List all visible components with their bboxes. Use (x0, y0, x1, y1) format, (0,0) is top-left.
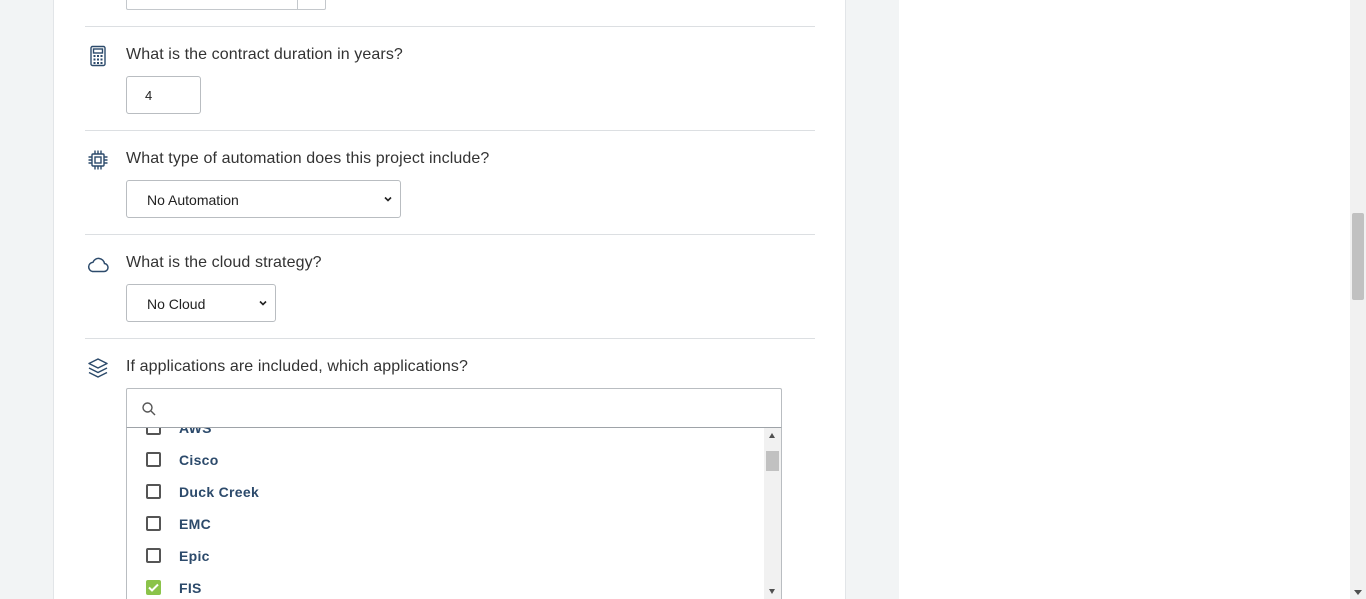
previous-question-input-addon (297, 0, 326, 10)
cloud-select-value: No Cloud (147, 296, 206, 312)
divider (85, 26, 815, 27)
list-item[interactable]: Epic (127, 540, 747, 572)
chevron-down-icon (259, 299, 267, 307)
question-cloud-label: What is the cloud strategy? (126, 254, 322, 271)
divider (85, 338, 815, 339)
checkbox[interactable] (146, 452, 161, 467)
applications-option-list: AWS Cisco Duck Creek EMC Epic FIS (126, 428, 782, 599)
checkbox[interactable] (146, 516, 161, 531)
list-item[interactable]: FIS (127, 572, 747, 599)
page-scrollbar-thumb[interactable] (1352, 213, 1364, 300)
automation-select-value: No Automation (147, 192, 239, 208)
calculator-icon (86, 44, 110, 68)
chevron-down-icon (384, 195, 392, 203)
side-panel (899, 0, 1350, 599)
option-label: AWS (179, 428, 212, 436)
checkbox-checked[interactable] (146, 580, 161, 595)
layers-icon (86, 356, 110, 380)
automation-select[interactable]: No Automation (126, 180, 401, 218)
search-icon (141, 401, 157, 417)
checkbox[interactable] (146, 548, 161, 563)
option-label: FIS (179, 580, 202, 596)
list-item[interactable]: Cisco (127, 444, 747, 476)
checkbox[interactable] (146, 428, 161, 435)
option-label: Cisco (179, 452, 219, 468)
divider (85, 234, 815, 235)
applications-search-box (126, 388, 782, 428)
list-item[interactable]: EMC (127, 508, 747, 540)
option-label: Epic (179, 548, 210, 564)
question-contract-duration-label: What is the contract duration in years? (126, 46, 403, 63)
scroll-down-arrow-icon[interactable] (1354, 590, 1362, 595)
divider (85, 130, 815, 131)
chip-icon (86, 148, 110, 172)
list-item[interactable]: Duck Creek (127, 476, 747, 508)
previous-question-input[interactable] (126, 0, 326, 10)
question-applications-label: If applications are included, which appl… (126, 358, 468, 375)
page-scrollbar[interactable] (1350, 0, 1366, 599)
checkbox[interactable] (146, 484, 161, 499)
form-panel: What is the contract duration in years? … (53, 0, 846, 599)
cloud-select[interactable]: No Cloud (126, 284, 276, 322)
list-item[interactable]: AWS (127, 428, 747, 444)
question-automation-label: What type of automation does this projec… (126, 150, 490, 167)
applications-search-input[interactable] (167, 397, 767, 421)
scroll-down-arrow-icon[interactable] (769, 589, 775, 594)
contract-duration-input[interactable] (126, 76, 201, 114)
cloud-icon (86, 252, 110, 276)
checkmark-icon (148, 583, 159, 592)
option-list-scrollbar[interactable] (764, 428, 781, 599)
option-label: Duck Creek (179, 484, 260, 500)
scrollbar-thumb[interactable] (766, 451, 779, 471)
option-label: EMC (179, 516, 212, 532)
scroll-up-arrow-icon[interactable] (769, 433, 775, 438)
